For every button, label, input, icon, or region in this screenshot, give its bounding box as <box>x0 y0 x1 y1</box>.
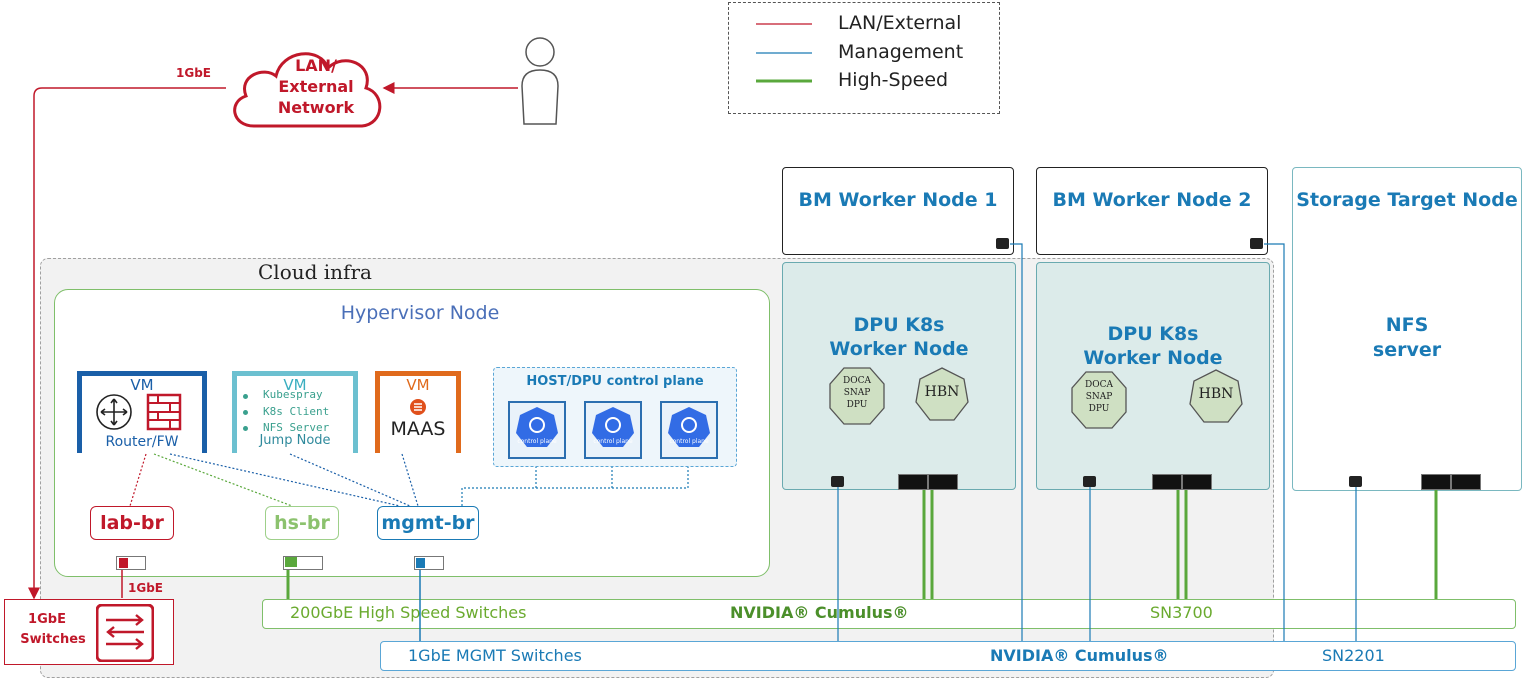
jump-bullet-1 <box>243 394 248 399</box>
router-to-hs-br-dotted <box>153 453 293 507</box>
dpu2-hs-port-a <box>1152 474 1182 490</box>
control-plane-icon-text-3: control plane <box>669 438 709 445</box>
legend-hs-label: High-Speed <box>838 69 949 91</box>
dpu1-snap-1: DOCA <box>843 376 871 386</box>
maas-icon <box>410 399 426 415</box>
one-gbe-link-speed: 1GbE <box>128 581 163 595</box>
dpu1-hs-port-a <box>898 474 928 490</box>
hs-nic-port <box>285 557 297 567</box>
jump-to-mgmt-br-dotted <box>289 453 411 507</box>
control-plane-icon-text-1: control plane <box>517 438 557 445</box>
storage-hs-port-b <box>1451 474 1481 490</box>
dpu2-mgmt-port <box>1083 476 1096 487</box>
maas-to-mgmt-br-dotted <box>401 453 419 507</box>
lab-nic-port <box>119 558 128 568</box>
dpu1-hbn: HBN <box>924 384 960 400</box>
jump-item-1: Kubespray <box>263 388 323 401</box>
dpu2-snap-3: DPU <box>1088 404 1110 414</box>
vm-jump-label: Jump Node <box>259 433 331 448</box>
bm2-mgmt-line <box>1264 243 1285 641</box>
storage-mgmt-port <box>1349 476 1362 487</box>
cp-to-mgmt-br-dotted <box>461 462 689 506</box>
jump-item-2: K8s Client <box>263 405 330 418</box>
lan-network-line3: Network <box>277 98 355 117</box>
legend-lan-label: LAN/External <box>838 12 962 34</box>
mgmt-nic-port <box>416 558 425 568</box>
control-plane-icon-text-2: control plane <box>593 438 633 445</box>
bm1-mgmt-port <box>996 238 1009 249</box>
user-icon <box>521 37 559 125</box>
lan-network-line2: External <box>278 77 354 96</box>
lab-br-bridge: lab-br <box>90 506 174 540</box>
dpu1-hs-port-b <box>928 474 958 490</box>
router-firewall-icon <box>96 393 182 431</box>
router-to-mgmt-br-dotted <box>169 453 401 507</box>
dpu2-snap-2: SNAP <box>1085 392 1113 402</box>
dpu2-hbn: HBN <box>1198 386 1234 402</box>
hs-br-bridge: hs-br <box>265 506 339 540</box>
jump-bullet-3 <box>243 426 248 431</box>
dpu1-mgmt-port <box>831 476 844 487</box>
legend-swatches <box>756 23 812 83</box>
lan-network-line1: LAN/ <box>295 56 337 75</box>
dpu1-snap-2: SNAP <box>843 388 871 398</box>
vm-router-label: Router/FW <box>105 434 179 450</box>
bm1-mgmt-line <box>1010 243 1023 641</box>
legend-mgmt-label: Management <box>838 41 964 63</box>
one-gbe-switch-line2: Switches <box>20 632 86 647</box>
vm-maas-tag: VM <box>406 376 430 394</box>
storage-hs-port-a <box>1421 474 1451 490</box>
lan-link-speed: 1GbE <box>176 66 211 80</box>
switch-icon <box>96 604 154 662</box>
vm-maas-label: MAAS <box>390 418 446 440</box>
dpu1-snap-3: DPU <box>846 400 868 410</box>
jump-bullet-2 <box>243 410 248 415</box>
dpu2-snap-1: DOCA <box>1085 380 1113 390</box>
one-gbe-switch-line1: 1GbE <box>28 612 66 627</box>
control-plane-title: HOST/DPU control plane <box>526 374 704 389</box>
mgmt-br-bridge: mgmt-br <box>377 506 479 540</box>
router-to-lab-br-dotted <box>129 453 147 507</box>
bm2-mgmt-port <box>1250 238 1263 249</box>
dpu2-hs-port-b <box>1182 474 1212 490</box>
